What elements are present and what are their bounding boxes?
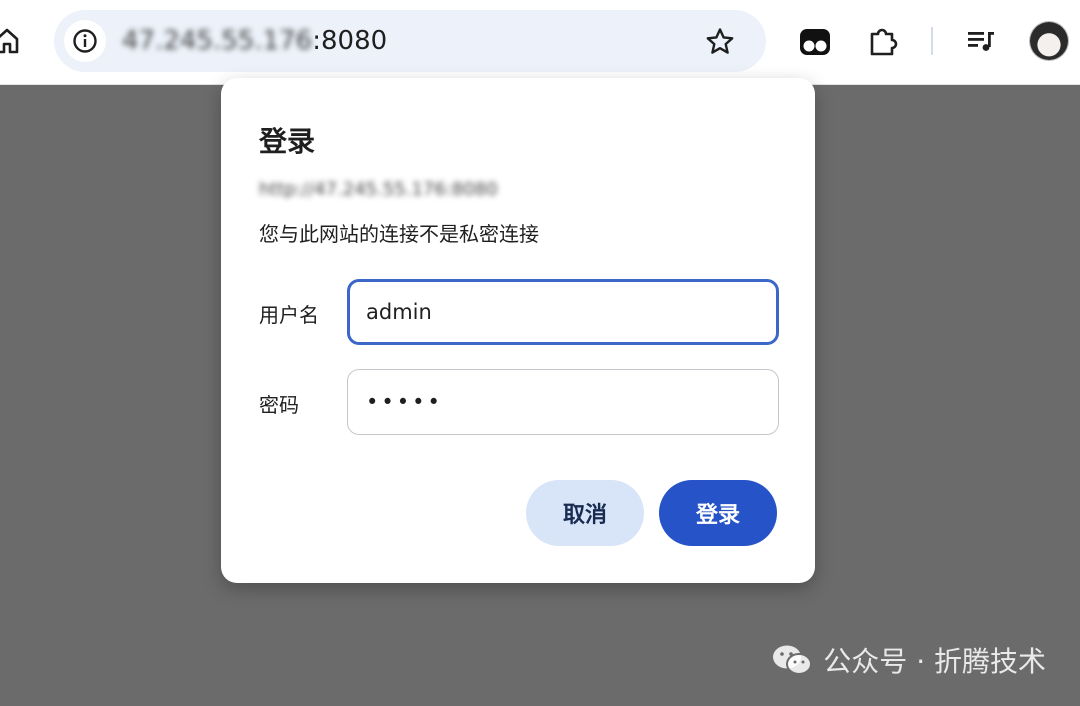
- browser-window: 47.245.55.176:8080 登录 http://47.245.55.1…: [0, 0, 1080, 706]
- watermark-text: 公众号 · 折腾技术: [823, 645, 1046, 678]
- media-queue-icon[interactable]: [962, 22, 1000, 60]
- connection-warning: 您与此网站的连接不是私密连接: [259, 222, 539, 246]
- puzzle-icon[interactable]: [864, 22, 902, 60]
- star-icon[interactable]: [704, 26, 736, 58]
- info-icon: [73, 29, 97, 53]
- toolbar-divider: [931, 27, 933, 55]
- address-bar[interactable]: 47.245.55.176:8080: [54, 10, 766, 72]
- password-field[interactable]: [347, 369, 779, 435]
- username-field[interactable]: [347, 279, 779, 345]
- dialog-title: 登录: [259, 125, 316, 158]
- password-label: 密码: [259, 393, 299, 417]
- site-info-button[interactable]: [64, 20, 106, 62]
- url-text[interactable]: 47.245.55.176:8080: [122, 24, 387, 58]
- wechat-icon: [773, 645, 813, 675]
- dialog-origin: http://47.245.55.176:8080: [259, 179, 498, 200]
- watermark: 公众号 · 折腾技术: [771, 640, 1046, 680]
- profile-avatar[interactable]: [1030, 22, 1068, 60]
- cancel-button[interactable]: 取消: [526, 480, 644, 546]
- login-button[interactable]: 登录: [659, 480, 777, 546]
- browser-toolbar: 47.245.55.176:8080: [0, 0, 1080, 85]
- home-icon[interactable]: [0, 27, 20, 55]
- tampermonkey-icon[interactable]: [796, 22, 834, 60]
- url-port: :8080: [312, 26, 388, 56]
- auth-dialog: 登录 http://47.245.55.176:8080 您与此网站的连接不是私…: [221, 78, 815, 583]
- username-label: 用户名: [259, 303, 319, 327]
- url-host: 47.245.55.176: [122, 26, 313, 56]
